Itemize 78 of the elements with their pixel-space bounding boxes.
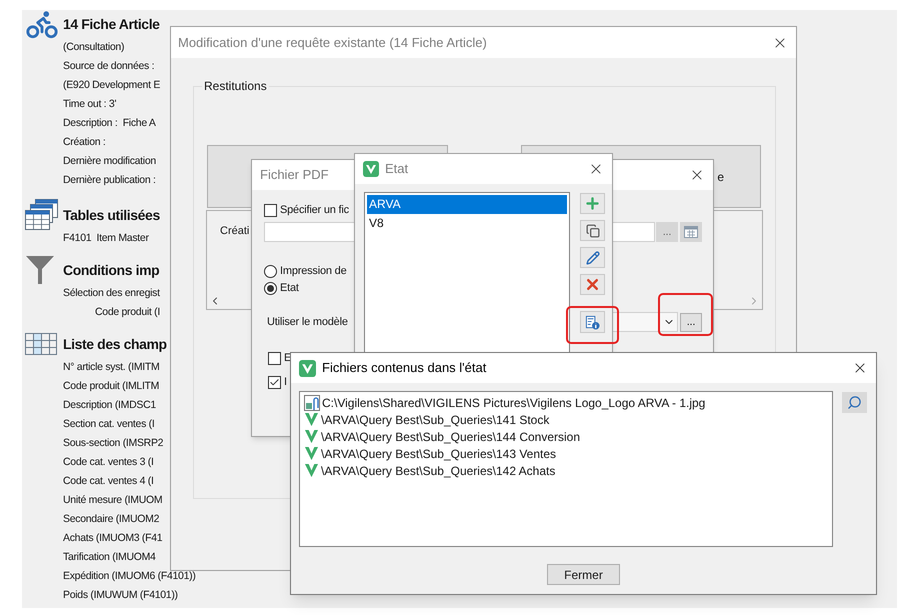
sidebar-item: Code produit (IMLITM: [63, 379, 160, 394]
checkbox[interactable]: [268, 352, 281, 365]
radio-button[interactable]: [264, 282, 277, 295]
delete-icon: [584, 276, 601, 293]
detail-text: Time out : 3': [63, 97, 116, 112]
file-path[interactable]: C:\Vigilens\Shared\VIGILENS Pictures\Vigilens Logo_Logo ARVA - 1.jpg: [322, 394, 706, 412]
browse-button[interactable]: ...: [680, 312, 702, 332]
file-path[interactable]: \ARVA\Query Best\Sub_Queries\144 Conversion: [321, 428, 580, 446]
query-file-icon: [304, 429, 319, 444]
document-info-icon: [585, 314, 600, 330]
sidebar-item: Section cat. ventes (I: [63, 417, 154, 432]
sidebar-title: 14 Fiche Article: [63, 14, 160, 34]
sidebar-item: Code produit (I: [95, 305, 160, 320]
dialog-title: Fichier PDF: [260, 166, 329, 184]
section-title: Tables utilisées: [63, 206, 160, 224]
edit-button[interactable]: [580, 247, 605, 268]
sidebar-item: Code cat. ventes 3 (I: [63, 455, 154, 470]
query-file-icon: [304, 463, 319, 478]
file-path[interactable]: \ARVA\Query Best\Sub_Queries\141 Stock: [321, 410, 550, 428]
browse-button[interactable]: ...: [656, 222, 678, 242]
sidebar-item: Poids (IMUWUM (F4101)): [63, 588, 178, 603]
filter-icon: [25, 255, 55, 285]
calendar-icon[interactable]: [680, 222, 702, 242]
detail-text: Description : Fiche A: [63, 116, 156, 131]
query-file-icon: [304, 412, 319, 427]
search-icon: [847, 395, 862, 410]
sidebar-item: Unité mesure (IMUOM: [63, 493, 162, 508]
detail-text: Source de données :: [63, 59, 154, 74]
sidebar-item: F4101 Item Master: [63, 231, 149, 246]
sidebar-item: Code cat. ventes 4 (I: [63, 474, 154, 489]
pencil-icon: [586, 250, 600, 264]
close-button[interactable]: Fermer: [547, 564, 620, 585]
radio-label: Etat: [280, 281, 299, 296]
checkbox-label: I: [284, 375, 287, 390]
section-title: Liste des champ: [63, 334, 167, 354]
copy-icon: [586, 224, 600, 238]
copy-button[interactable]: [580, 220, 605, 241]
file-path[interactable]: \ARVA\Query Best\Sub_Queries\143 Ventes: [321, 444, 556, 462]
sidebar-item: Sélection des enregist: [63, 286, 160, 301]
file-path[interactable]: \ARVA\Query Best\Sub_Queries\142 Achats: [321, 462, 556, 480]
radio-label: Impression de: [280, 264, 346, 280]
sidebar-item: Expédition (IMUOM6 (F4101)): [63, 569, 196, 584]
detail-text: Dernière modification: [63, 154, 156, 169]
sidebar-item: Secondaire (IMUOM2: [63, 512, 160, 527]
app-logo-icon: [299, 360, 316, 376]
highlight-frame: [658, 293, 713, 336]
detail-text: Création :: [63, 135, 106, 150]
template-label: Utiliser le modèle: [267, 314, 348, 330]
detail-text: (E920 Development E: [63, 78, 160, 93]
plus-icon: [584, 195, 601, 212]
image-file-icon: [304, 394, 320, 410]
radio-button[interactable]: [264, 265, 277, 278]
dialog-title: Fichiers contenus dans l'état: [322, 359, 486, 378]
list-item[interactable]: V8: [367, 214, 567, 233]
checkbox-label: Spécifier un fic: [280, 203, 349, 218]
sidebar-item: Tarification (IMUOM4: [63, 550, 156, 565]
checkbox[interactable]: [268, 376, 281, 389]
app-logo-icon: [363, 161, 379, 177]
template-dropdown[interactable]: [612, 312, 678, 332]
sidebar-item: Achats (IMUOM3 (F41: [63, 531, 162, 546]
columns-icon: [25, 333, 57, 355]
sidebar-item: Sous-section (IMSRP2: [63, 436, 164, 451]
section-title: Conditions imp: [63, 260, 160, 280]
tables-icon: [25, 199, 59, 231]
sidebar-item: Description (IMDSC1: [63, 398, 156, 413]
info-button[interactable]: [580, 311, 605, 333]
search-button[interactable]: [842, 392, 867, 413]
delete-button[interactable]: [580, 274, 605, 295]
list-item[interactable]: ARVA: [367, 195, 567, 214]
checkbox[interactable]: [264, 204, 277, 217]
panel-label: Créati: [220, 225, 250, 237]
sidebar-item: N° article syst. (IMITM: [63, 360, 160, 375]
highlight-frame: [566, 306, 619, 344]
dialog-title: Etat: [385, 160, 408, 178]
detail-text: Dernière publication :: [63, 173, 156, 188]
query-file-icon: [304, 446, 319, 461]
dialog-title: Modification d'une requête existante (14 Fiche Article): [178, 34, 487, 52]
detail-text: (Consultation): [63, 40, 124, 55]
